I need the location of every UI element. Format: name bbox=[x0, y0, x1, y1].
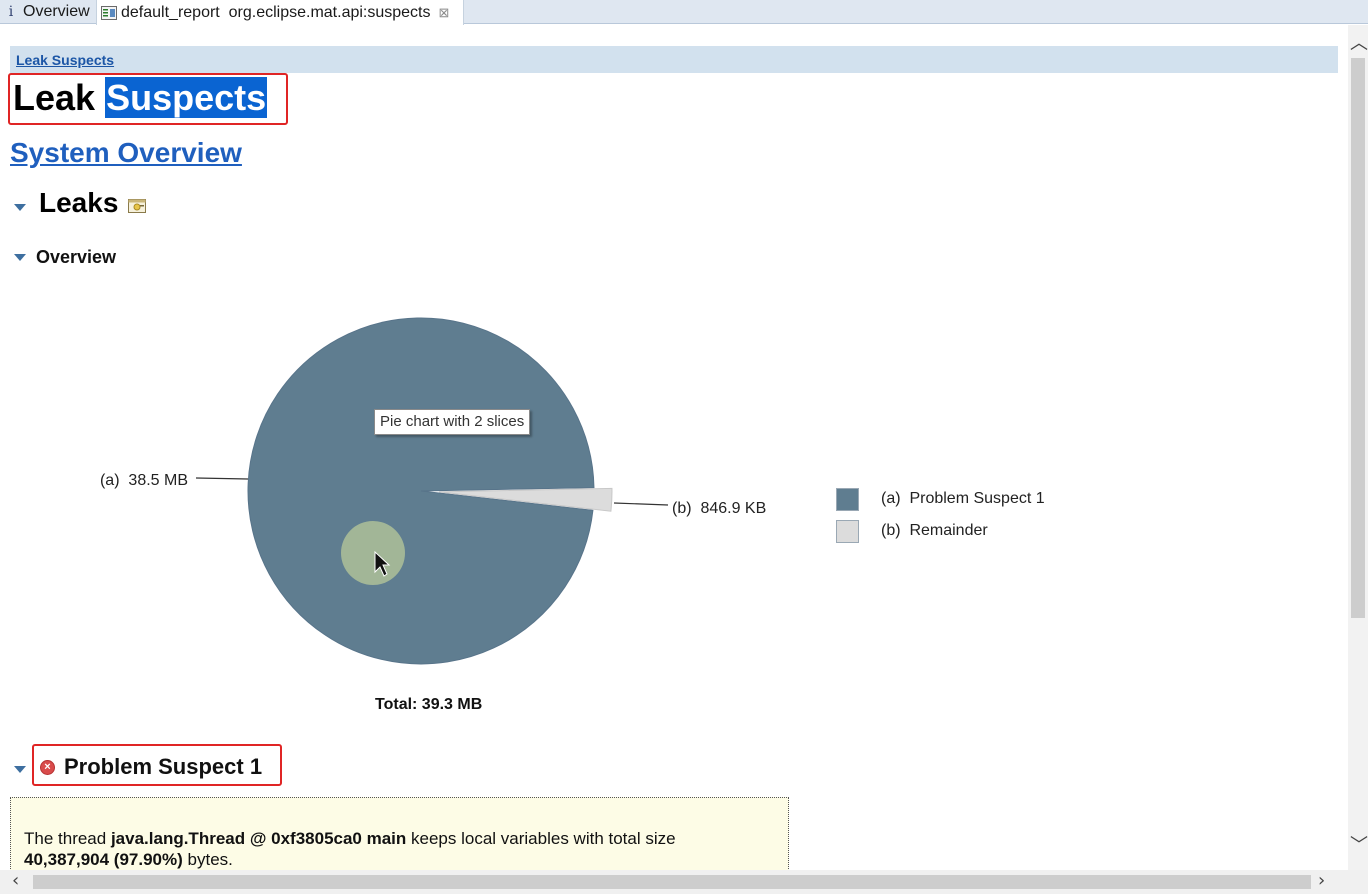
legend-label-b: (b) Remainder bbox=[881, 522, 988, 539]
page-title-highlight: Leak Suspects bbox=[8, 73, 288, 125]
error-icon: × bbox=[40, 760, 55, 775]
horizontal-scroll-thumb[interactable] bbox=[33, 875, 1311, 889]
problem-suspect-description: The thread java.lang.Thread @ 0xf3805ca0… bbox=[24, 828, 784, 870]
report-content: Leak Suspects Leak Suspects System Overv… bbox=[0, 25, 1348, 870]
breadcrumb: Leak Suspects bbox=[10, 46, 1338, 73]
editor-tab-bar: i Overview default_report org.eclipse.ma… bbox=[0, 0, 1368, 25]
chart-tooltip: Pie chart with 2 slices bbox=[374, 409, 531, 435]
legend-item-a: (a) Problem Suspect 1 bbox=[836, 487, 1096, 511]
pie-label-a: (a) 38.5 MB bbox=[100, 472, 188, 489]
legend-item-b: (b) Remainder bbox=[836, 519, 1096, 543]
page-title: Leak Suspects bbox=[13, 77, 268, 119]
details-icon[interactable] bbox=[128, 197, 147, 213]
suspect-thread: java.lang.Thread @ 0xf3805ca0 main bbox=[110, 829, 407, 848]
page-title-selected-text: Suspects bbox=[105, 77, 268, 118]
system-overview-link[interactable]: System Overview bbox=[10, 136, 242, 170]
tab-report-label: default_report org.eclipse.mat.api:suspe… bbox=[121, 3, 431, 21]
page-title-part1: Leak bbox=[13, 77, 96, 118]
info-icon: i bbox=[8, 4, 14, 20]
legend-label-a: (a) Problem Suspect 1 bbox=[881, 490, 1045, 507]
tab-overview-label: Overview bbox=[23, 3, 90, 20]
suspect-text-suffix: bytes. bbox=[182, 850, 233, 869]
legend-swatch-a bbox=[836, 487, 859, 511]
cursor-highlight bbox=[341, 521, 405, 585]
breadcrumb-link-leak-suspects[interactable]: Leak Suspects bbox=[16, 52, 114, 68]
legend-swatch-b bbox=[836, 519, 859, 543]
vertical-scroll-thumb[interactable] bbox=[1351, 58, 1365, 618]
close-tab-icon[interactable]: ⊠ bbox=[439, 5, 450, 21]
leaks-heading: Leaks bbox=[39, 187, 119, 218]
suspect-text-prefix: The thread bbox=[24, 829, 111, 848]
leaks-collapse-toggle[interactable] bbox=[14, 204, 26, 211]
leader-line-b bbox=[613, 502, 669, 506]
problem-suspect-panel: The thread java.lang.Thread @ 0xf3805ca0… bbox=[10, 797, 789, 870]
overview-heading: Overview bbox=[36, 247, 117, 267]
scrollbar-corner bbox=[1348, 870, 1368, 894]
tab-overview[interactable]: i Overview bbox=[4, 0, 96, 24]
report-icon bbox=[101, 5, 117, 20]
problem-suspect-heading: Problem Suspect 1 bbox=[64, 754, 263, 779]
scroll-left-icon[interactable]: ‹ bbox=[12, 872, 19, 890]
vertical-scrollbar[interactable]: ︿ ﹀ bbox=[1348, 25, 1368, 870]
suspect-collapse-toggle[interactable] bbox=[14, 766, 26, 773]
problem-suspect-highlight: × Problem Suspect 1 bbox=[32, 744, 282, 786]
scroll-down-icon[interactable]: ﹀ bbox=[1350, 837, 1368, 855]
pie-label-b: (b) 846.9 KB bbox=[672, 500, 766, 517]
leader-line-a bbox=[195, 477, 249, 480]
chart-total: Total: 39.3 MB bbox=[375, 696, 483, 713]
scroll-up-icon[interactable]: ︿ bbox=[1350, 35, 1368, 53]
overview-collapse-toggle[interactable] bbox=[14, 254, 26, 261]
horizontal-scrollbar[interactable]: ‹ › bbox=[0, 870, 1348, 894]
suspect-text-mid: keeps local variables with total size bbox=[406, 829, 676, 848]
suspect-size: 40,387,904 (97.90%) bbox=[24, 850, 183, 869]
scroll-right-icon[interactable]: › bbox=[1318, 872, 1325, 890]
tab-default-report[interactable]: default_report org.eclipse.mat.api:suspe… bbox=[96, 0, 464, 25]
